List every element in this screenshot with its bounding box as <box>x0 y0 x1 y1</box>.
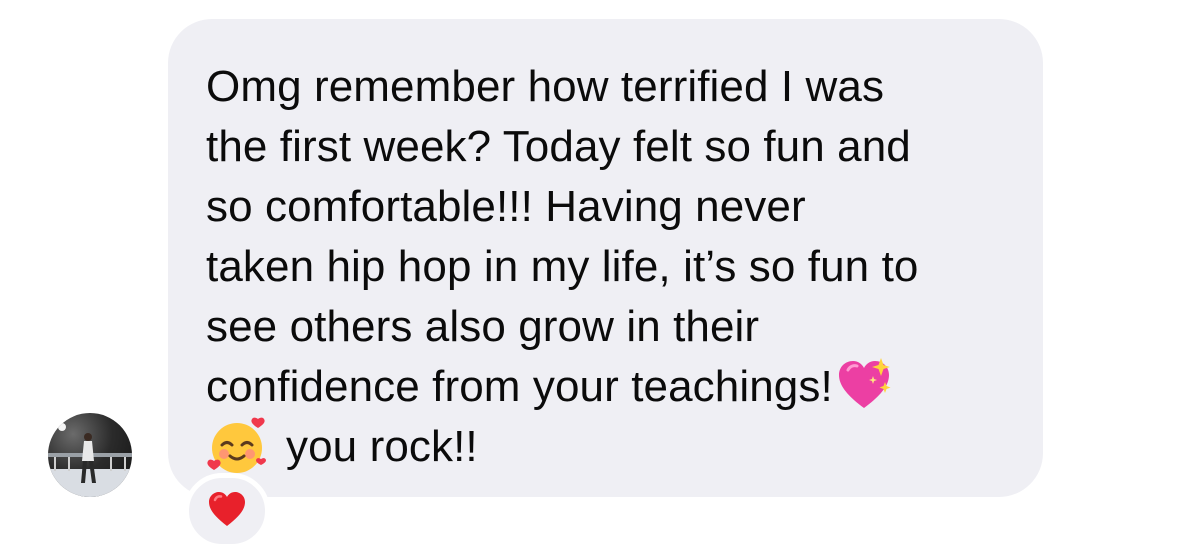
message-bubble[interactable]: Omg remember how terrified I was the fir… <box>168 19 1043 497</box>
avatar[interactable] <box>48 413 132 497</box>
avatar-photo <box>48 423 132 497</box>
reaction-badge[interactable] <box>184 473 270 549</box>
smiling-face-with-hearts-icon <box>206 415 268 477</box>
message-line-last: you rock!! <box>206 417 1013 477</box>
message-line: so comfortable!!! Having never <box>206 182 806 231</box>
message-line: Omg remember how terrified I was <box>206 62 885 111</box>
message-thread: Omg remember how terrified I was the fir… <box>0 0 1179 555</box>
message-line: see others also grow in their <box>206 302 760 351</box>
sparkling-heart-icon <box>835 356 893 414</box>
message-line: the first week? Today felt so fun and <box>206 122 911 171</box>
red-heart-icon <box>207 490 247 533</box>
message-line-text: confidence from your teachings! <box>206 362 833 411</box>
message-line-text: you rock!! <box>286 422 478 471</box>
message-line-with-emoji: confidence from your teachings! <box>206 357 1013 417</box>
message-line: taken hip hop in my life, it’s so fun to <box>206 242 919 291</box>
